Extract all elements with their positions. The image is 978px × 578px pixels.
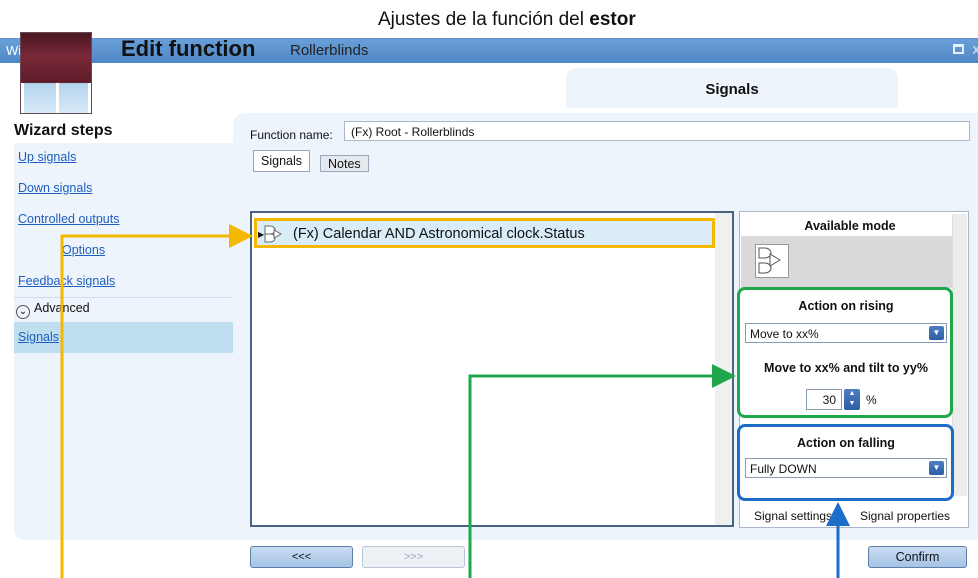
chevron-down-icon: ⌄ <box>16 305 30 319</box>
signals-list <box>250 211 734 527</box>
move-tilt-label: Move to xx% and tilt to yy% <box>764 361 928 375</box>
tab-notes[interactable]: Notes <box>320 155 369 172</box>
header-tab-signals[interactable]: Signals <box>566 68 898 108</box>
action-on-rising-label: Action on rising <box>798 299 894 313</box>
settings-scrollbar[interactable] <box>952 214 967 496</box>
function-type: Rollerblinds <box>290 42 369 59</box>
step-up-signals[interactable]: Up signals <box>18 150 76 164</box>
next-button[interactable]: >>> <box>362 546 465 568</box>
maximize-icon[interactable] <box>953 44 964 54</box>
step-controlled-outputs[interactable]: Controlled outputs <box>18 212 119 226</box>
percent-input[interactable]: 30 <box>806 389 842 410</box>
action-on-falling-label: Action on falling <box>797 436 895 450</box>
step-signals[interactable]: Signals <box>14 322 233 353</box>
wizard-steps-title: Wizard steps <box>14 122 113 139</box>
chevron-down-icon: ▼ <box>929 461 944 475</box>
percent-unit: % <box>866 393 877 407</box>
advanced-toggle[interactable]: ⌄ Advanced <box>14 297 233 321</box>
tab-signal-settings[interactable]: Signal settings <box>748 505 838 527</box>
and-gate-mode-icon[interactable] <box>755 244 789 278</box>
confirm-button[interactable]: Confirm <box>868 546 967 568</box>
wizard-steps-panel: Up signals Down signals Controlled outpu… <box>14 143 233 540</box>
figure-caption: Ajustes de la función del estor <box>378 9 636 30</box>
rollerblind-icon <box>20 32 92 114</box>
tab-signals[interactable]: Signals <box>253 150 310 172</box>
spinner-icon[interactable]: ▲ ▼ <box>844 389 860 410</box>
function-name-label: Function name: <box>250 128 333 142</box>
signal-row[interactable]: ▶ (Fx) Calendar AND Astronomical clock.S… <box>254 218 715 248</box>
available-mode-label: Available mode <box>804 219 896 233</box>
list-scrollbar[interactable] <box>715 213 732 525</box>
logic-gate-icon <box>264 225 283 243</box>
chevron-down-icon: ▼ <box>929 326 944 340</box>
falling-dropdown[interactable]: Fully DOWN ▼ <box>745 458 947 478</box>
step-down-signals[interactable]: Down signals <box>18 181 92 195</box>
back-button[interactable]: <<< <box>250 546 353 568</box>
step-options[interactable]: Options <box>62 243 105 257</box>
tab-signal-properties[interactable]: Signal properties <box>854 505 956 527</box>
close-icon[interactable]: x <box>973 41 978 58</box>
step-feedback-signals[interactable]: Feedback signals <box>18 274 115 288</box>
page-title: Edit function <box>121 36 256 61</box>
rising-dropdown[interactable]: Move to xx% ▼ <box>745 323 947 343</box>
function-name-input[interactable]: (Fx) Root - Rollerblinds <box>344 121 970 141</box>
